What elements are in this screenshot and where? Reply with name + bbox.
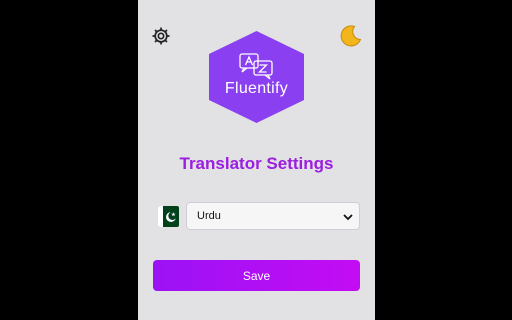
settings-panel: Fluentify Translator Settings Urdu Save bbox=[138, 0, 375, 320]
page-title: Translator Settings bbox=[179, 154, 334, 173]
app-logo: Fluentify bbox=[207, 30, 306, 124]
gear-icon[interactable] bbox=[151, 26, 171, 46]
moon-icon[interactable] bbox=[339, 24, 363, 48]
pakistan-flag-icon bbox=[158, 206, 179, 227]
language-select[interactable]: Urdu bbox=[186, 202, 360, 230]
chevron-down-icon bbox=[343, 212, 353, 221]
logo-text: Fluentify bbox=[224, 80, 289, 97]
save-button[interactable]: Save bbox=[153, 260, 360, 291]
language-select-value: Urdu bbox=[197, 210, 221, 222]
